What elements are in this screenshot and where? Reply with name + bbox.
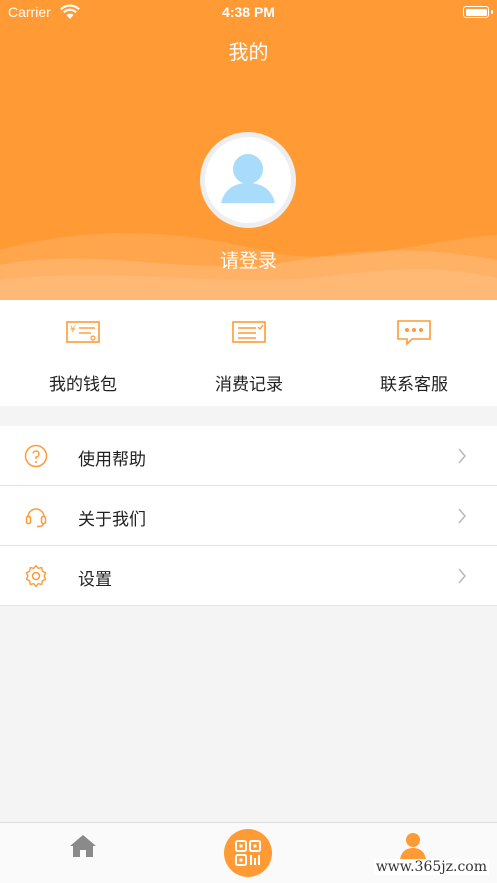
customer-service-button[interactable]: 联系客服 — [331, 300, 497, 406]
battery-icon — [463, 6, 489, 18]
help-icon — [24, 444, 48, 468]
gear-icon — [25, 564, 47, 588]
login-link[interactable]: 请登录 — [0, 246, 497, 273]
menu-label-about: 关于我们 — [78, 510, 146, 530]
tab-scan-button[interactable] — [224, 829, 272, 877]
chevron-right-icon — [458, 508, 466, 524]
receipt-icon — [232, 321, 266, 343]
chat-icon — [397, 320, 431, 346]
menu-label-settings: 设置 — [78, 570, 112, 590]
chevron-right-icon — [458, 568, 466, 584]
tab-bar: www.365jz.com — [0, 822, 497, 883]
avatar-placeholder-icon — [221, 154, 275, 203]
page-title: 我的 — [228, 40, 269, 64]
menu-item-settings[interactable]: 设置 — [0, 546, 497, 606]
profile-header: Carrier 4:38 PM 我的 请登录 — [0, 0, 497, 300]
consumption-records-button[interactable]: 消费记录 — [166, 300, 332, 406]
watermark: www.365jz.com — [373, 859, 489, 875]
wallet-label: 我的钱包 — [49, 375, 117, 395]
headset-icon — [25, 508, 47, 528]
avatar[interactable] — [200, 132, 296, 228]
qr-code-icon — [235, 840, 261, 866]
profile-icon[interactable] — [398, 831, 428, 861]
menu-label-help: 使用帮助 — [78, 450, 146, 470]
wallet-button[interactable]: ¥ 我的钱包 — [0, 300, 166, 406]
quick-actions: ¥ 我的钱包 消费记录 联系客服 — [0, 300, 497, 406]
settings-menu: 使用帮助 关于我们 设置 — [0, 426, 497, 606]
menu-item-help[interactable]: 使用帮助 — [0, 426, 497, 486]
records-label: 消费记录 — [215, 375, 283, 395]
clock: 4:38 PM — [222, 4, 275, 20]
wallet-icon: ¥ — [66, 321, 100, 343]
home-icon[interactable] — [68, 833, 98, 859]
status-bar: Carrier 4:38 PM — [0, 0, 497, 26]
svg-text:¥: ¥ — [70, 325, 76, 335]
menu-item-about[interactable]: 关于我们 — [0, 486, 497, 546]
chevron-right-icon — [458, 448, 466, 464]
service-label: 联系客服 — [380, 375, 448, 395]
